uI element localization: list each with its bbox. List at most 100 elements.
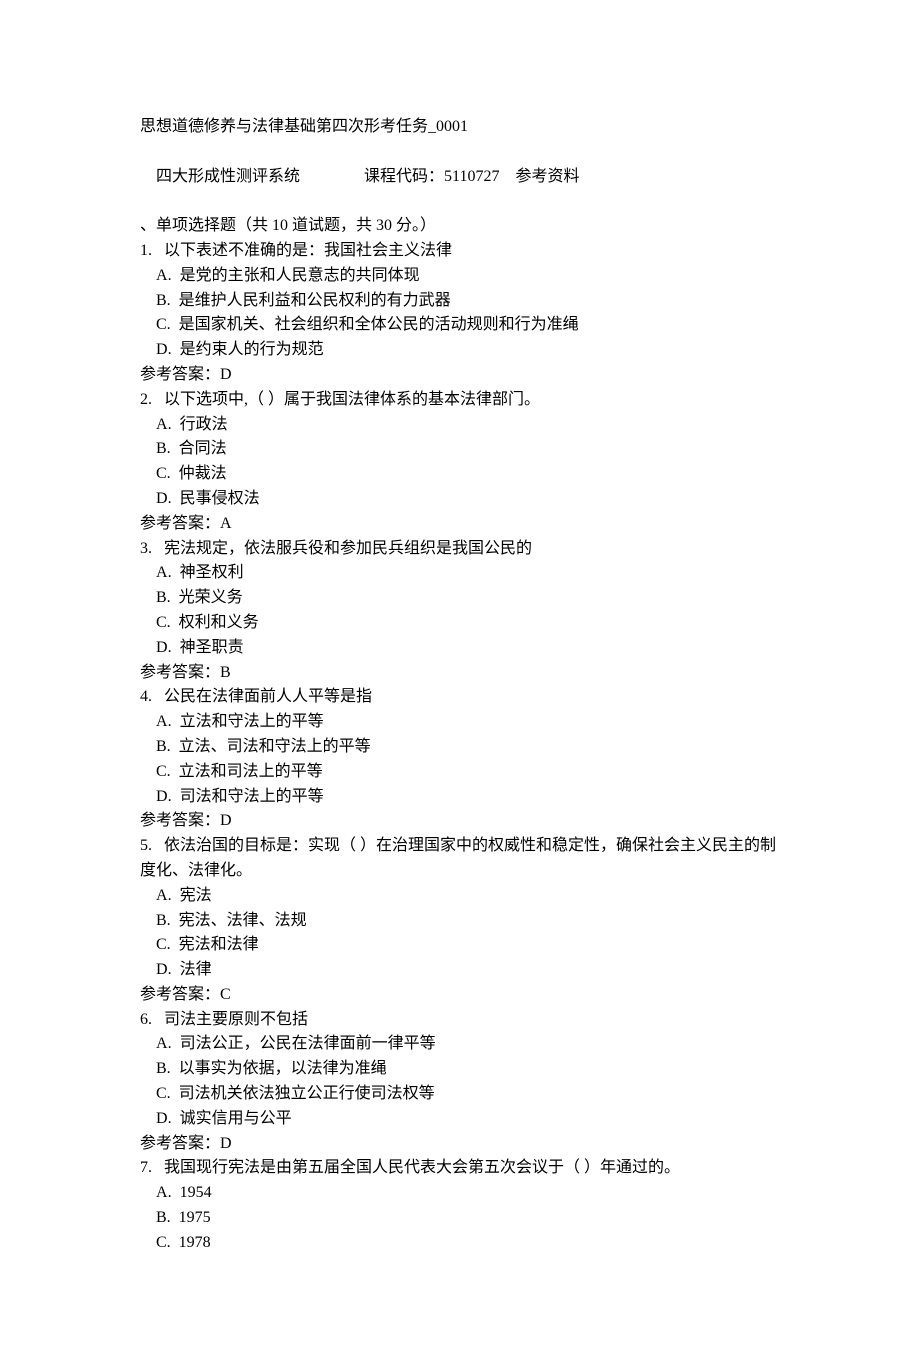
answer-value: C	[220, 986, 231, 1003]
option-letter: A	[156, 1184, 168, 1201]
option-separator: .	[168, 416, 180, 433]
option-separator: .	[168, 788, 180, 805]
question-text: 宪法规定，依法服兵役和参加民兵组织是我国公民的	[164, 540, 532, 557]
option-letter: A	[156, 564, 168, 581]
question-text: 公民在法律面前人人平等是指	[164, 688, 372, 705]
option-separator: .	[167, 763, 179, 780]
option-separator: .	[167, 936, 179, 953]
option-separator: .	[167, 465, 179, 482]
option: D. 诚实信用与公平	[140, 1107, 780, 1132]
spacer	[152, 837, 164, 854]
option-letter: D	[156, 490, 168, 507]
option-text: 司法和守法上的平等	[180, 788, 324, 805]
doc-subheader: 四大形成性测评系统 课程代码：5110727 参考资料	[140, 140, 780, 214]
option-separator: .	[168, 564, 180, 581]
option-letter: D	[156, 639, 168, 656]
option: A. 是党的主张和人民意志的共同体现	[140, 264, 780, 289]
option: D. 司法和守法上的平等	[140, 785, 780, 810]
option-text: 是党的主张和人民意志的共同体现	[180, 267, 420, 284]
option-text: 神圣权利	[180, 564, 244, 581]
option: C. 宪法和法律	[140, 933, 780, 958]
option-text: 以事实为依据，以法律为准绳	[179, 1060, 387, 1077]
option-text: 是国家机关、社会组织和全体公民的活动规则和行为准绳	[179, 316, 579, 333]
spacer	[152, 1159, 164, 1176]
answer-value: D	[220, 1135, 232, 1152]
option-letter: B	[156, 912, 167, 929]
question-number: 4.	[140, 688, 152, 705]
option-text: 权利和义务	[179, 614, 259, 631]
option-letter: A	[156, 1035, 168, 1052]
option-text: 立法、司法和守法上的平等	[179, 738, 371, 755]
option-text: 立法和守法上的平等	[180, 713, 324, 730]
option: D. 民事侵权法	[140, 487, 780, 512]
system-label: 四大形成性测评系统	[156, 168, 300, 185]
option-letter: C	[156, 316, 167, 333]
option-letter: C	[156, 1234, 167, 1251]
question-stem: 1. 以下表述不准确的是：我国社会主义法律	[140, 239, 780, 264]
option-separator: .	[167, 589, 179, 606]
option: B. 宪法、法律、法规	[140, 909, 780, 934]
answer-value: B	[220, 664, 231, 681]
question-text: 以下表述不准确的是：我国社会主义法律	[164, 242, 452, 259]
question-number: 2.	[140, 391, 152, 408]
reference-label: 参考资料	[515, 168, 579, 185]
question-number: 3.	[140, 540, 152, 557]
option: A. 行政法	[140, 413, 780, 438]
option-separator: .	[168, 1110, 180, 1127]
question-stem: 5. 依法治国的目标是：实现（ ）在治理国家中的权威性和稳定性，确保社会主义民主…	[140, 834, 780, 884]
option-separator: .	[167, 292, 179, 309]
option: C. 仲裁法	[140, 462, 780, 487]
option-text: 仲裁法	[179, 465, 227, 482]
answer-line: 参考答案：D	[140, 809, 780, 834]
option: D. 是约束人的行为规范	[140, 338, 780, 363]
question-text: 依法治国的目标是：实现（ ）在治理国家中的权威性和稳定性，确保社会主义民主的制度…	[140, 837, 776, 879]
answer-prefix: 参考答案：	[140, 812, 220, 829]
option-separator: .	[168, 887, 180, 904]
option-separator: .	[167, 316, 179, 333]
option-text: 宪法、法律、法规	[179, 912, 307, 929]
spacer	[152, 242, 164, 259]
option-separator: .	[168, 713, 180, 730]
course-code: 课程代码：5110727	[364, 168, 499, 185]
answer-prefix: 参考答案：	[140, 986, 220, 1003]
spacer	[152, 688, 164, 705]
option-letter: B	[156, 292, 167, 309]
option-letter: A	[156, 887, 168, 904]
option-letter: C	[156, 1085, 167, 1102]
question-stem: 4. 公民在法律面前人人平等是指	[140, 685, 780, 710]
doc-title: 思想道德修养与法律基础第四次形考任务_0001	[140, 115, 780, 140]
question-number: 5.	[140, 837, 152, 854]
option-separator: .	[167, 440, 179, 457]
option-text: 民事侵权法	[180, 490, 260, 507]
option-text: 是约束人的行为规范	[180, 341, 324, 358]
question-number: 1.	[140, 242, 152, 259]
document-page: 思想道德修养与法律基础第四次形考任务_0001 四大形成性测评系统 课程代码：5…	[0, 0, 920, 1356]
answer-value: A	[220, 515, 232, 532]
option: A. 宪法	[140, 884, 780, 909]
option: C. 1978	[140, 1231, 780, 1256]
answer-prefix: 参考答案：	[140, 1135, 220, 1152]
option-text: 宪法和法律	[179, 936, 259, 953]
option: D. 神圣职责	[140, 636, 780, 661]
option: D. 法律	[140, 958, 780, 983]
option-letter: D	[156, 961, 168, 978]
option: B. 是维护人民利益和公民权利的有力武器	[140, 289, 780, 314]
answer-value: D	[220, 366, 232, 383]
option-separator: .	[168, 1035, 180, 1052]
option-text: 行政法	[180, 416, 228, 433]
option-letter: C	[156, 763, 167, 780]
option-text: 诚实信用与公平	[180, 1110, 292, 1127]
answer-line: 参考答案：D	[140, 1132, 780, 1157]
option-text: 是维护人民利益和公民权利的有力武器	[179, 292, 451, 309]
option-text: 神圣职责	[180, 639, 244, 656]
question-stem: 7. 我国现行宪法是由第五届全国人民代表大会第五次会议于（ ）年通过的。	[140, 1156, 780, 1181]
option-separator: .	[167, 1234, 179, 1251]
question-number: 6.	[140, 1011, 152, 1028]
option-separator: .	[168, 267, 180, 284]
option-letter: D	[156, 788, 168, 805]
option: C. 是国家机关、社会组织和全体公民的活动规则和行为准绳	[140, 313, 780, 338]
answer-line: 参考答案：D	[140, 363, 780, 388]
option-letter: B	[156, 1060, 167, 1077]
option-letter: C	[156, 465, 167, 482]
option-letter: B	[156, 738, 167, 755]
